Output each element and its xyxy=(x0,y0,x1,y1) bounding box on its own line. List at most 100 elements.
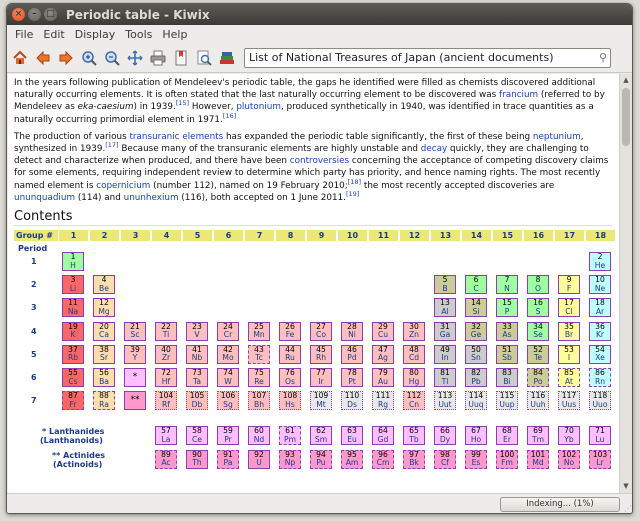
element-cell[interactable]: 65 Tb xyxy=(403,426,425,446)
element-cell[interactable]: 84 Po xyxy=(527,368,549,388)
element-cell[interactable]: 112 Cn xyxy=(403,391,425,411)
element-cell[interactable]: 61 Pm xyxy=(279,426,301,446)
search-box[interactable]: ⚲ xyxy=(244,47,611,68)
element-cell[interactable]: 108 Hs xyxy=(279,391,301,411)
search-input[interactable] xyxy=(249,51,597,64)
close-window-button[interactable]: × xyxy=(12,8,25,21)
element-cell[interactable]: 26 Fe xyxy=(279,321,301,341)
element-cell[interactable]: 73 Ta xyxy=(186,368,208,388)
home-button[interactable] xyxy=(10,47,30,69)
element-cell[interactable]: 41 Nb xyxy=(186,344,208,364)
element-cell[interactable]: 50 Sn xyxy=(465,344,487,364)
search-icon[interactable]: ⚲ xyxy=(599,51,607,64)
element-cell[interactable]: 16 S xyxy=(527,298,549,318)
element-cell[interactable]: 107 Bh xyxy=(248,391,270,411)
element-cell[interactable]: 24 Cr xyxy=(217,321,239,341)
article-view[interactable]: In the years following publication of Me… xyxy=(8,74,619,493)
element-cell[interactable]: 53 I xyxy=(558,344,580,364)
element-cell[interactable]: 1H xyxy=(62,252,84,272)
element-cell[interactable]: 95 Am xyxy=(341,449,363,469)
element-cell[interactable]: 45 Rh xyxy=(310,344,332,364)
element-cell[interactable]: 83 Bi xyxy=(496,368,518,388)
element-cell[interactable]: 77 Ir xyxy=(310,368,332,388)
element-cell[interactable]: 33 As xyxy=(496,321,518,341)
lanthanide-placeholder[interactable]: * xyxy=(124,368,146,388)
menu-file[interactable]: File xyxy=(15,28,33,41)
element-cell[interactable]: 35 Br xyxy=(558,321,580,341)
element-cell[interactable]: 2 He xyxy=(589,252,611,272)
element-cell[interactable]: 44 Ru xyxy=(279,344,301,364)
element-cell[interactable]: 56 Ba xyxy=(93,368,115,388)
link-controversies[interactable]: controversies xyxy=(290,156,349,166)
element-cell[interactable]: 91 Pa xyxy=(217,449,239,469)
forward-button[interactable] xyxy=(56,47,76,69)
element-cell[interactable]: 116 Uuh xyxy=(527,391,549,411)
element-cell[interactable]: 11 Na xyxy=(62,298,84,318)
link-ununquadium[interactable]: ununquadium xyxy=(14,193,75,203)
element-cell[interactable]: 59 Pr xyxy=(217,426,239,446)
element-cell[interactable]: 104 Rf xyxy=(155,391,177,411)
element-cell[interactable]: 60 Nd xyxy=(248,426,270,446)
element-cell[interactable]: 67 Ho xyxy=(465,426,487,446)
maximize-window-button[interactable]: □ xyxy=(44,8,57,21)
element-cell[interactable]: 110 Ds xyxy=(341,391,363,411)
menu-help[interactable]: Help xyxy=(162,28,187,41)
element-cell[interactable]: 30 Zn xyxy=(403,321,425,341)
element-cell[interactable]: 40 Zr xyxy=(155,344,177,364)
element-cell[interactable]: 70 Yb xyxy=(558,426,580,446)
element-cell[interactable]: 111 Rg xyxy=(372,391,394,411)
element-cell[interactable]: 49 In xyxy=(434,344,456,364)
element-cell[interactable]: 103 Lr xyxy=(589,449,611,469)
print-button[interactable] xyxy=(148,47,168,69)
library-button[interactable] xyxy=(217,47,237,69)
actinide-placeholder[interactable]: ** xyxy=(124,391,146,411)
element-cell[interactable]: 4 Be xyxy=(93,275,115,295)
element-cell[interactable]: 17 Cl xyxy=(558,298,580,318)
resize-grip-icon[interactable]: ⋰ xyxy=(624,504,632,513)
element-cell[interactable]: 74 W xyxy=(217,368,239,388)
element-cell[interactable]: 10 Ne xyxy=(589,275,611,295)
element-cell[interactable]: 100 Fm xyxy=(496,449,518,469)
element-cell[interactable]: 102 No xyxy=(558,449,580,469)
element-cell[interactable]: 47 Ag xyxy=(372,344,394,364)
scroll-up-icon[interactable]: ▲ xyxy=(620,74,632,87)
link-ununhexium[interactable]: ununhexium xyxy=(124,193,179,203)
element-cell[interactable]: 9F xyxy=(558,275,580,295)
link-francium[interactable]: francium xyxy=(499,90,538,100)
element-cell[interactable]: 106 Sg xyxy=(217,391,239,411)
element-cell[interactable]: 22 Ti xyxy=(155,321,177,341)
element-cell[interactable]: 90 Th xyxy=(186,449,208,469)
element-cell[interactable]: 51 Sb xyxy=(496,344,518,364)
element-cell[interactable]: 36 Kr xyxy=(589,321,611,341)
element-cell[interactable]: 105 Db xyxy=(186,391,208,411)
scroll-down-icon[interactable]: ▼ xyxy=(620,480,632,493)
element-cell[interactable]: 18 Ar xyxy=(589,298,611,318)
link-neptunium[interactable]: neptunium xyxy=(533,132,581,142)
element-cell[interactable]: 21 Sc xyxy=(124,321,146,341)
element-cell[interactable]: 64 Gd xyxy=(372,426,394,446)
ref-link[interactable]: [15] xyxy=(176,99,189,107)
element-cell[interactable]: 69 Tm xyxy=(527,426,549,446)
element-cell[interactable]: 114 Uuq xyxy=(465,391,487,411)
bookmark-button[interactable] xyxy=(171,47,191,69)
element-cell[interactable]: 19 K xyxy=(62,321,84,341)
element-cell[interactable]: 3 Li xyxy=(62,275,84,295)
element-cell[interactable]: 52 Te xyxy=(527,344,549,364)
link-plutonium[interactable]: plutonium xyxy=(236,102,281,112)
element-cell[interactable]: 92 U xyxy=(248,449,270,469)
link-decay[interactable]: decay xyxy=(421,144,447,154)
element-cell[interactable]: 42 Mo xyxy=(217,344,239,364)
menu-edit[interactable]: Edit xyxy=(43,28,64,41)
element-cell[interactable]: 20 Ca xyxy=(93,321,115,341)
element-cell[interactable]: 113 Uut xyxy=(434,391,456,411)
ref-link[interactable]: [18] xyxy=(348,178,361,186)
link-transuranic[interactable]: transuranic elements xyxy=(129,132,223,142)
element-cell[interactable]: 14 Si xyxy=(465,298,487,318)
element-cell[interactable]: 38 Sr xyxy=(93,344,115,364)
element-cell[interactable]: 94 Pu xyxy=(310,449,332,469)
element-cell[interactable]: 72 Hf xyxy=(155,368,177,388)
vertical-scrollbar[interactable]: ▲ ▼ xyxy=(619,74,632,493)
element-cell[interactable]: 99 Es xyxy=(465,449,487,469)
element-cell[interactable]: 78 Pt xyxy=(341,368,363,388)
element-cell[interactable]: 25 Mn xyxy=(248,321,270,341)
